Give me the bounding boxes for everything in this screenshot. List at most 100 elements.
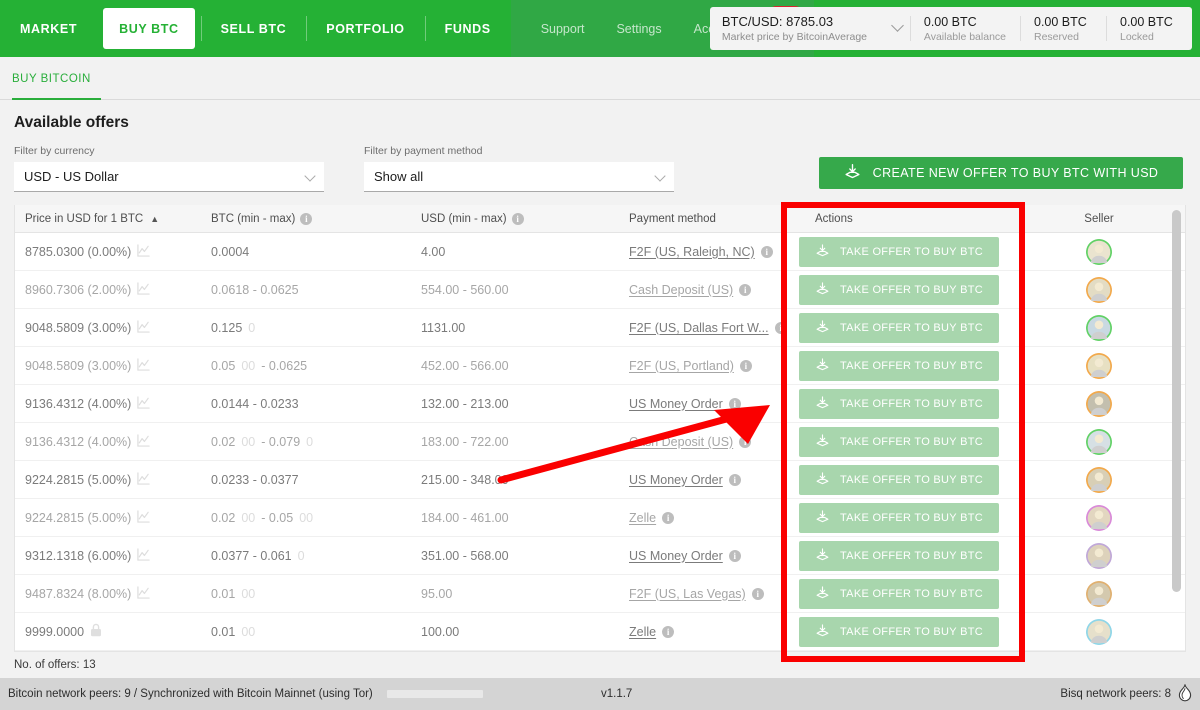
chart-icon[interactable] xyxy=(137,281,151,298)
chart-icon[interactable] xyxy=(137,433,151,450)
table-row[interactable]: 9136.4312 (4.00%) 0.02 00 - 0.079 0 183.00 -… xyxy=(15,423,1185,461)
payment-method-link[interactable]: Zelle xyxy=(629,511,656,525)
table-row[interactable]: 9487.8324 (8.00%) 0.01 00 95.00 F2F (US, Las… xyxy=(15,575,1185,613)
table-row[interactable]: 9224.2815 (5.00%) 0.02 00 - 0.05 00 184.00 -… xyxy=(15,499,1185,537)
payment-method-link[interactable]: F2F (US, Raleigh, NC) xyxy=(629,245,755,259)
column-header-usd[interactable]: USD (min - max) i xyxy=(421,212,629,225)
take-offer-button[interactable]: TAKE OFFER TO BUY BTC xyxy=(799,388,999,419)
take-offer-button[interactable]: TAKE OFFER TO BUY BTC xyxy=(799,502,999,533)
offer-btc-trailing-zeros: 00 xyxy=(241,434,256,449)
table-row[interactable]: 9224.2815 (5.00%) 0.0233 - 0.0377 215.00 -… xyxy=(15,461,1185,499)
chart-icon[interactable] xyxy=(137,471,151,488)
take-offer-button[interactable]: TAKE OFFER TO BUY BTC xyxy=(799,236,999,267)
offer-price-cell: 9224.2815 (5.00%) xyxy=(15,509,211,526)
payment-method-link[interactable]: Cash Deposit (US) xyxy=(629,435,733,449)
table-row[interactable]: 9312.1318 (6.00%) 0.0377 - 0.061 0 351.00 -… xyxy=(15,537,1185,575)
take-offer-button[interactable]: TAKE OFFER TO BUY BTC xyxy=(799,616,999,647)
take-offer-button[interactable]: TAKE OFFER TO BUY BTC xyxy=(799,540,999,571)
avatar[interactable] xyxy=(1086,466,1112,493)
chart-icon[interactable] xyxy=(137,395,151,412)
info-icon[interactable]: i xyxy=(728,473,741,486)
info-icon[interactable]: i xyxy=(662,625,675,638)
nav-item-settings[interactable]: Settings xyxy=(600,0,677,57)
payment-method-link[interactable]: F2F (US, Portland) xyxy=(629,359,734,373)
take-offer-icon xyxy=(815,471,830,489)
nav-item-sell-btc[interactable]: SELL BTC xyxy=(200,0,307,57)
info-icon[interactable]: i xyxy=(751,587,764,600)
payment-method-link[interactable]: US Money Order xyxy=(629,473,723,487)
info-icon[interactable]: i xyxy=(774,321,787,334)
avatar[interactable] xyxy=(1086,618,1112,645)
avatar[interactable] xyxy=(1086,276,1112,303)
chart-icon[interactable] xyxy=(137,357,151,374)
create-new-offer-button[interactable]: CREATE NEW OFFER TO BUY BTC WITH USD xyxy=(819,157,1183,189)
primary-nav: MARKET BUY BTC SELL BTC PORTFOLIO FUNDS xyxy=(0,0,511,57)
avatar[interactable] xyxy=(1086,238,1112,265)
nav-item-portfolio[interactable]: PORTFOLIO xyxy=(306,0,424,57)
currency-filter-select[interactable]: USD - US Dollar xyxy=(14,162,324,192)
offer-seller-cell xyxy=(1029,542,1169,569)
offer-price-value: 9048.5809 (3.00%) xyxy=(25,320,132,335)
info-icon[interactable]: i xyxy=(739,359,752,372)
take-offer-button[interactable]: TAKE OFFER TO BUY BTC xyxy=(799,312,999,343)
payment-method-link[interactable]: Cash Deposit (US) xyxy=(629,283,733,297)
table-row[interactable]: 9048.5809 (3.00%) 0.05 00 - 0.0625 452.00 -… xyxy=(15,347,1185,385)
payment-method-link[interactable]: F2F (US, Las Vegas) xyxy=(629,587,746,601)
info-icon[interactable]: i xyxy=(739,435,752,448)
tab-buy-bitcoin[interactable]: BUY BITCOIN xyxy=(12,57,101,100)
table-row[interactable]: 9999.0000 0.01 00 100.00 Zelle i TAKE OFFER TO… xyxy=(15,613,1185,651)
chart-icon[interactable] xyxy=(137,509,151,526)
info-icon[interactable]: i xyxy=(739,283,752,296)
table-row[interactable]: 8785.0300 (0.00%) 0.0004 4.00 F2F (US, Rale… xyxy=(15,233,1185,271)
offer-price-cell: 9048.5809 (3.00%) xyxy=(15,357,211,374)
table-row[interactable]: 9048.5809 (3.00%) 0.125 0 1131.00 F2F (US, D… xyxy=(15,309,1185,347)
offer-btc-amount-cell: 0.0377 - 0.061 0 xyxy=(211,549,421,563)
chart-icon[interactable] xyxy=(137,547,151,564)
payment-method-link[interactable]: F2F (US, Dallas Fort W... xyxy=(629,321,769,335)
info-icon[interactable]: i xyxy=(511,212,524,225)
avatar[interactable] xyxy=(1086,542,1112,569)
column-header-seller[interactable]: Seller xyxy=(1029,213,1169,225)
take-offer-button[interactable]: TAKE OFFER TO BUY BTC xyxy=(799,578,999,609)
payment-method-link[interactable]: US Money Order xyxy=(629,549,723,563)
column-header-price[interactable]: Price in USD for 1 BTC ▲ xyxy=(15,213,211,225)
table-row[interactable]: 9136.4312 (4.00%) 0.0144 - 0.0233 132.00 -… xyxy=(15,385,1185,423)
info-icon[interactable]: i xyxy=(728,549,741,562)
avatar[interactable] xyxy=(1086,390,1112,417)
nav-item-market[interactable]: MARKET xyxy=(0,0,97,57)
avatar[interactable] xyxy=(1086,504,1112,531)
chart-icon[interactable] xyxy=(137,585,151,602)
chevron-down-icon[interactable] xyxy=(304,170,316,182)
avatar[interactable] xyxy=(1086,580,1112,607)
avatar[interactable] xyxy=(1086,428,1112,455)
offer-price-cell: 8785.0300 (0.00%) xyxy=(15,243,211,260)
info-icon[interactable]: i xyxy=(300,212,313,225)
offer-price-cell: 9224.2815 (5.00%) xyxy=(15,471,211,488)
take-offer-button[interactable]: TAKE OFFER TO BUY BTC xyxy=(799,426,999,457)
take-offer-button[interactable]: TAKE OFFER TO BUY BTC xyxy=(799,464,999,495)
nav-item-support[interactable]: Support xyxy=(525,0,601,57)
info-icon[interactable]: i xyxy=(728,397,741,410)
column-header-btc[interactable]: BTC (min - max) i xyxy=(211,212,421,225)
avatar[interactable] xyxy=(1086,314,1112,341)
payment-method-link[interactable]: US Money Order xyxy=(629,397,723,411)
payment-filter-select[interactable]: Show all xyxy=(364,162,674,192)
table-row[interactable]: 8960.7306 (2.00%) 0.0618 - 0.0625 554.00 -… xyxy=(15,271,1185,309)
info-icon[interactable]: i xyxy=(760,245,773,258)
take-offer-button[interactable]: TAKE OFFER TO BUY BTC xyxy=(799,274,999,305)
payment-method-link[interactable]: Zelle xyxy=(629,625,656,639)
column-header-payment-method[interactable]: Payment method xyxy=(629,213,789,225)
chart-icon[interactable] xyxy=(137,243,151,260)
avatar[interactable] xyxy=(1086,352,1112,379)
info-icon[interactable]: i xyxy=(662,511,675,524)
chart-icon[interactable] xyxy=(137,319,151,336)
offer-btc-range-value: 0.02 xyxy=(211,434,236,449)
bitcoin-network-status: Bitcoin network peers: 9 / Synchronized … xyxy=(8,688,373,700)
market-price-selector[interactable]: BTC/USD: 8785.03 Market price by Bitcoin… xyxy=(710,7,910,50)
take-offer-button[interactable]: TAKE OFFER TO BUY BTC xyxy=(799,350,999,381)
nav-item-funds[interactable]: FUNDS xyxy=(424,0,511,57)
offer-btc-amount-cell: 0.05 00 - 0.0625 xyxy=(211,359,421,373)
chevron-down-icon[interactable] xyxy=(654,170,666,182)
table-vertical-scrollbar[interactable] xyxy=(1172,210,1181,592)
nav-item-buy-btc[interactable]: BUY BTC xyxy=(103,8,195,49)
